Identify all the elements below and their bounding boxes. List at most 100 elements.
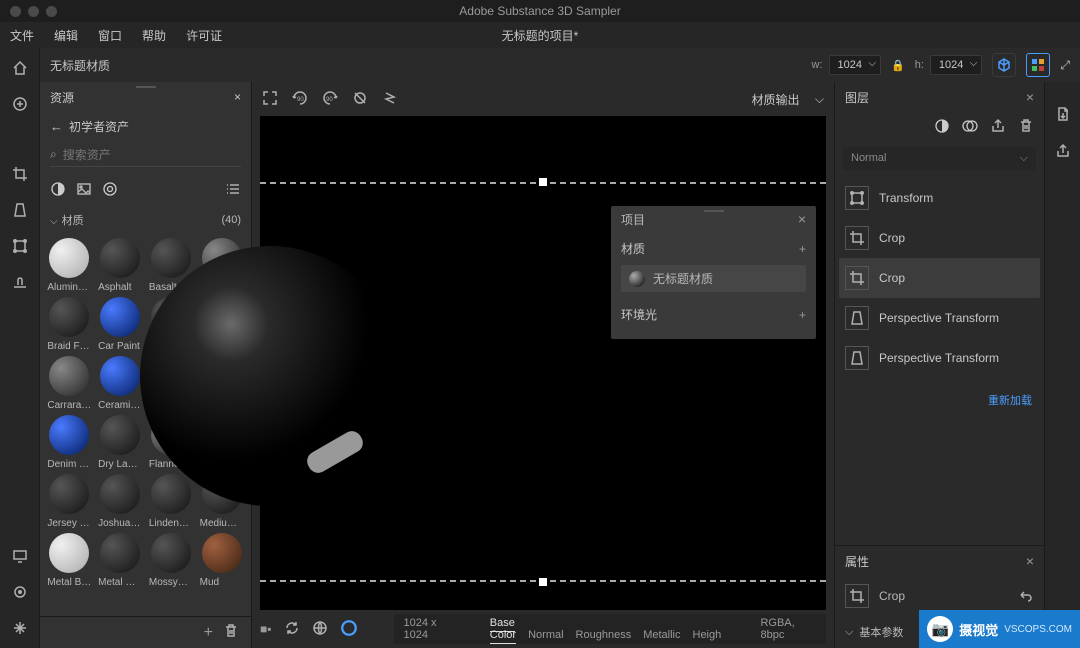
arrows-out-icon[interactable] <box>262 90 278 109</box>
search-input[interactable] <box>63 148 241 162</box>
close-icon[interactable]: × <box>234 90 241 104</box>
left-rail <box>0 48 40 648</box>
trash-icon[interactable] <box>1018 118 1034 137</box>
back-arrow-icon[interactable]: ← <box>50 119 63 134</box>
crop-handle-bottom[interactable] <box>538 577 548 587</box>
window-controls[interactable] <box>0 6 57 17</box>
filter-image-icon[interactable] <box>76 181 92 200</box>
channel-tab[interactable]: Heigh <box>693 629 722 641</box>
home-icon[interactable] <box>10 58 30 78</box>
asset-item[interactable]: Asphalt <box>97 238 144 293</box>
canvas[interactable]: 项目× 材质+ 无标题材质 环境光+ <box>260 116 826 610</box>
crop-icon[interactable] <box>10 164 30 184</box>
drag-handle-icon[interactable] <box>136 86 156 88</box>
perspective-icon[interactable] <box>10 200 30 220</box>
filter-material-icon[interactable] <box>50 181 66 200</box>
layer-item[interactable]: Crop <box>839 258 1040 298</box>
category-label[interactable]: 材质 <box>62 215 84 227</box>
asset-item[interactable]: Mud <box>198 533 245 588</box>
channel-tab[interactable]: Base Color <box>490 617 516 644</box>
output-dropdown[interactable]: 材质输出 ⌵ <box>752 91 824 108</box>
monitor-icon[interactable] <box>10 546 30 566</box>
flip-h-icon[interactable] <box>352 90 368 109</box>
export-icon[interactable] <box>990 118 1006 137</box>
rotate-ccw-icon[interactable]: 90 <box>292 90 308 109</box>
width-select[interactable]: 1024 <box>829 55 881 75</box>
close-icon[interactable]: × <box>1026 89 1034 105</box>
menu-edit[interactable]: 编辑 <box>54 27 78 44</box>
svg-text:90: 90 <box>297 97 304 103</box>
asset-label: Asphalt <box>98 282 142 293</box>
undo-icon[interactable] <box>1018 587 1034 606</box>
grid-2d-icon[interactable] <box>1026 53 1050 77</box>
layer-item[interactable]: Perspective Transform <box>839 338 1040 378</box>
crop-handle-top[interactable] <box>538 177 548 187</box>
asset-thumb-icon <box>151 474 191 514</box>
asset-thumb-icon <box>49 297 89 337</box>
fullscreen-icon[interactable]: ⤢ <box>1060 58 1070 73</box>
asset-item[interactable]: Denim … <box>46 415 93 470</box>
asset-item[interactable]: Jersey … <box>46 474 93 529</box>
asset-item[interactable]: Joshua … <box>97 474 144 529</box>
asset-item[interactable]: Dry Lau… <box>97 415 144 470</box>
asset-item[interactable]: Cerami… <box>97 356 144 411</box>
layers-title: 图层 <box>845 89 869 106</box>
export-file-icon[interactable] <box>1055 106 1071 125</box>
asset-item[interactable]: Alumin… <box>46 238 93 293</box>
menu-help[interactable]: 帮助 <box>142 27 166 44</box>
lock-icon[interactable]: 🔒 <box>891 59 905 72</box>
asset-item[interactable]: Mossy… <box>148 533 195 588</box>
layer-item[interactable]: Crop <box>839 218 1040 258</box>
mask-circle-icon[interactable] <box>934 118 950 137</box>
asset-item[interactable]: Linden… <box>148 474 195 529</box>
add-circle-icon[interactable] <box>10 94 30 114</box>
menu-file[interactable]: 文件 <box>10 27 34 44</box>
add-env-icon[interactable]: + <box>799 308 806 322</box>
transform-icon[interactable] <box>10 236 30 256</box>
camera-icon[interactable]: ■▪ <box>260 622 272 636</box>
asset-item[interactable]: Car Paint <box>97 297 144 352</box>
share-icon[interactable] <box>1055 143 1071 162</box>
cube-3d-icon[interactable] <box>992 53 1016 77</box>
rotate-cw-icon[interactable]: 90 <box>322 90 338 109</box>
add-material-icon[interactable]: + <box>799 242 806 256</box>
asset-thumb-icon <box>100 297 140 337</box>
refresh-icon[interactable] <box>284 620 300 639</box>
drag-handle-icon[interactable] <box>704 210 724 212</box>
gear-planet-icon[interactable] <box>10 582 30 602</box>
material-item[interactable]: 无标题材质 <box>621 265 806 292</box>
channel-tab[interactable]: Normal <box>528 629 563 641</box>
layer-item[interactable]: Transform <box>839 178 1040 218</box>
close-icon[interactable]: × <box>1026 553 1034 569</box>
asset-item[interactable]: Braid F… <box>46 297 93 352</box>
stamp-icon[interactable] <box>10 272 30 292</box>
ring-active-icon[interactable] <box>340 619 358 640</box>
close-icon[interactable]: × <box>798 211 806 227</box>
caret-down-icon[interactable]: ⌵ <box>50 216 58 227</box>
channel-tab[interactable]: Roughness <box>576 629 632 641</box>
material-section-label: 材质 <box>621 240 645 257</box>
reload-button[interactable]: 重新加载 <box>988 395 1032 407</box>
watermark: 📷 摄视觉 VSCOPS.COM <box>919 610 1080 648</box>
add-asset-icon[interactable]: + <box>204 624 213 642</box>
list-view-icon[interactable] <box>225 181 241 200</box>
sparkle-icon[interactable] <box>10 618 30 638</box>
adjust-icon[interactable] <box>962 118 978 137</box>
menu-window[interactable]: 窗口 <box>98 27 122 44</box>
blend-mode-select[interactable]: Normal⌵ <box>843 147 1036 170</box>
asset-item[interactable]: Metal B… <box>46 533 93 588</box>
layer-item[interactable]: Perspective Transform <box>839 298 1040 338</box>
asset-item[interactable]: Metal … <box>97 533 144 588</box>
flip-v-icon[interactable] <box>382 90 398 109</box>
breadcrumb[interactable]: ← 初学者资产 <box>40 112 251 141</box>
perspective-icon <box>845 306 869 330</box>
asset-item[interactable]: Carrara… <box>46 356 93 411</box>
height-select[interactable]: 1024 <box>930 55 982 75</box>
globe-icon[interactable] <box>312 620 328 639</box>
chevron-down-icon[interactable]: ⌵ <box>845 626 853 639</box>
menu-license[interactable]: 许可证 <box>186 27 222 44</box>
delete-asset-icon[interactable] <box>223 623 239 642</box>
channel-tab[interactable]: Metallic <box>643 629 680 641</box>
filter-ring-icon[interactable] <box>102 181 118 200</box>
asset-label: Joshua … <box>98 518 142 529</box>
